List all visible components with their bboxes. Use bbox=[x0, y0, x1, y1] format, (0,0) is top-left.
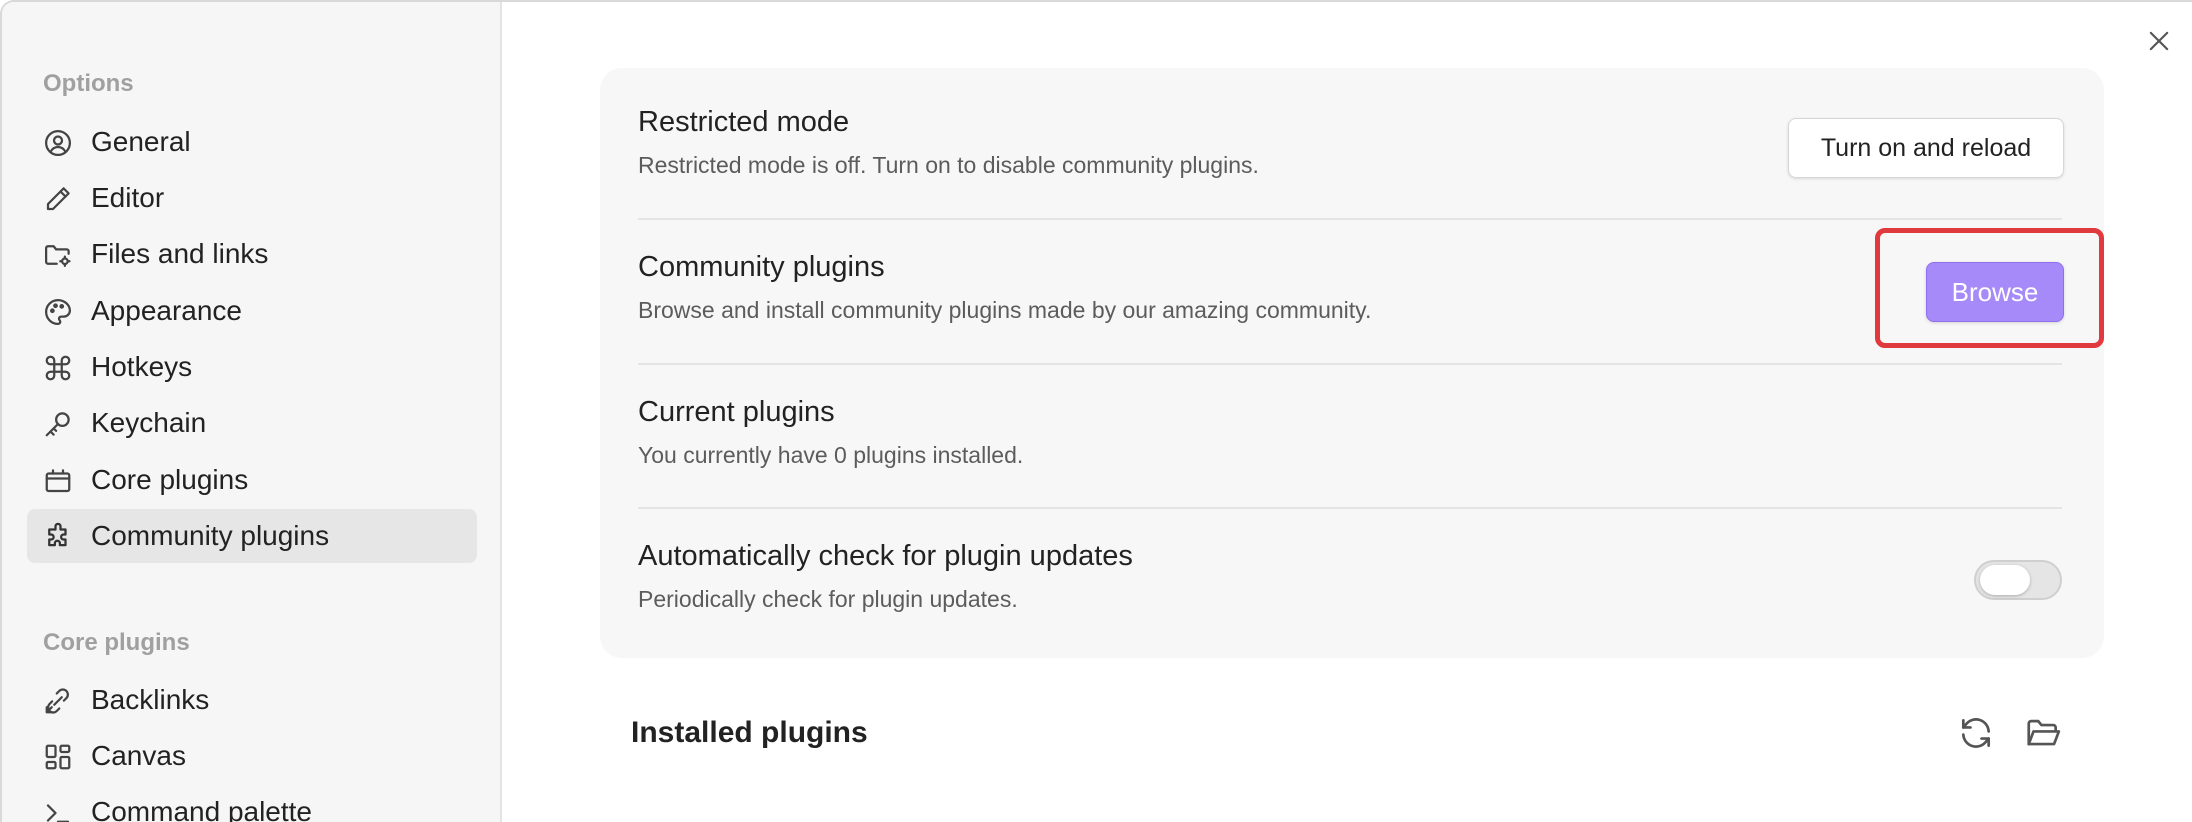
command-key-icon bbox=[43, 353, 73, 383]
community-plugins-setting: Community plugins Browse and install com… bbox=[638, 251, 2062, 351]
user-circle-icon bbox=[43, 128, 73, 158]
close-button[interactable] bbox=[2142, 26, 2176, 60]
sidebar-item-label: Hotkeys bbox=[91, 351, 193, 382]
sidebar-item-label: Community plugins bbox=[91, 520, 330, 551]
sidebar-item-label: Keychain bbox=[91, 407, 207, 438]
key-icon bbox=[43, 409, 73, 439]
divider bbox=[638, 363, 2062, 365]
community-plugins-description: Browse and install community plugins mad… bbox=[638, 297, 1372, 323]
sidebar-item-label: Canvas bbox=[91, 740, 186, 771]
plugin-settings-card: Restricted mode Restricted mode is off. … bbox=[600, 68, 2104, 658]
sidebar-item-hotkeys[interactable]: Hotkeys bbox=[27, 340, 477, 394]
sidebar-item-keychain[interactable]: Keychain bbox=[27, 396, 477, 450]
plugin-box-icon bbox=[43, 466, 73, 496]
sidebar-item-label: Command palette bbox=[91, 796, 313, 822]
auto-update-toggle[interactable] bbox=[1974, 560, 2062, 600]
installed-plugins-heading: Installed plugins bbox=[631, 716, 868, 749]
folder-open-icon bbox=[2024, 714, 2062, 757]
sidebar-item-label: Core plugins bbox=[91, 464, 249, 495]
close-icon bbox=[2145, 27, 2173, 60]
auto-update-description: Periodically check for plugin updates. bbox=[638, 586, 1018, 612]
sidebar-item-appearance[interactable]: Appearance bbox=[27, 284, 477, 338]
sidebar-item-label: Backlinks bbox=[91, 684, 210, 715]
sidebar-item-command-palette[interactable]: Command palette bbox=[27, 785, 477, 822]
restricted-mode-description: Restricted mode is off. Turn on to disab… bbox=[638, 152, 1259, 178]
grid-layout-icon bbox=[43, 742, 73, 772]
puzzle-icon bbox=[43, 522, 73, 552]
pencil-icon bbox=[43, 184, 73, 214]
terminal-icon bbox=[43, 798, 73, 822]
core-plugins-heading: Core plugins bbox=[43, 629, 190, 656]
divider bbox=[638, 507, 2062, 509]
current-plugins-title: Current plugins bbox=[638, 396, 835, 428]
toggle-knob bbox=[1980, 565, 2030, 595]
sidebar-item-general[interactable]: General bbox=[27, 115, 477, 169]
backlink-icon bbox=[43, 686, 73, 716]
sidebar-item-core-plugins[interactable]: Core plugins bbox=[27, 453, 477, 507]
sidebar-item-backlinks[interactable]: Backlinks bbox=[27, 673, 477, 727]
options-heading: Options bbox=[43, 70, 134, 97]
sidebar-item-canvas[interactable]: Canvas bbox=[27, 729, 477, 783]
auto-update-title: Automatically check for plugin updates bbox=[638, 540, 1133, 572]
current-plugins-setting: Current plugins You currently have 0 plu… bbox=[638, 396, 2062, 496]
palette-icon bbox=[43, 297, 73, 327]
sidebar-item-editor[interactable]: Editor bbox=[27, 171, 477, 225]
folder-gear-icon bbox=[43, 240, 73, 270]
sidebar-item-label: Files and links bbox=[91, 238, 269, 269]
settings-window: Options General Editor Files and links A… bbox=[0, 0, 2192, 822]
turn-on-and-reload-button[interactable]: Turn on and reload bbox=[1788, 118, 2064, 178]
sidebar-item-community-plugins[interactable]: Community plugins bbox=[27, 509, 477, 563]
refresh-icon bbox=[1957, 714, 1995, 757]
browse-button[interactable]: Browse bbox=[1926, 262, 2064, 322]
sidebar-item-label: Appearance bbox=[91, 295, 243, 326]
sidebar-item-files-and-links[interactable]: Files and links bbox=[27, 227, 477, 281]
reload-plugins-button[interactable] bbox=[1955, 714, 1997, 756]
sidebar-item-label: Editor bbox=[91, 182, 165, 213]
sidebar-item-label: General bbox=[91, 126, 191, 157]
current-plugins-description: You currently have 0 plugins installed. bbox=[638, 442, 1024, 468]
auto-update-setting: Automatically check for plugin updates P… bbox=[638, 540, 2062, 640]
settings-sidebar: Options General Editor Files and links A… bbox=[2, 2, 502, 822]
divider bbox=[638, 218, 2062, 220]
restricted-mode-title: Restricted mode bbox=[638, 106, 850, 138]
open-plugins-folder-button[interactable] bbox=[2022, 714, 2064, 756]
community-plugins-title: Community plugins bbox=[638, 251, 885, 283]
